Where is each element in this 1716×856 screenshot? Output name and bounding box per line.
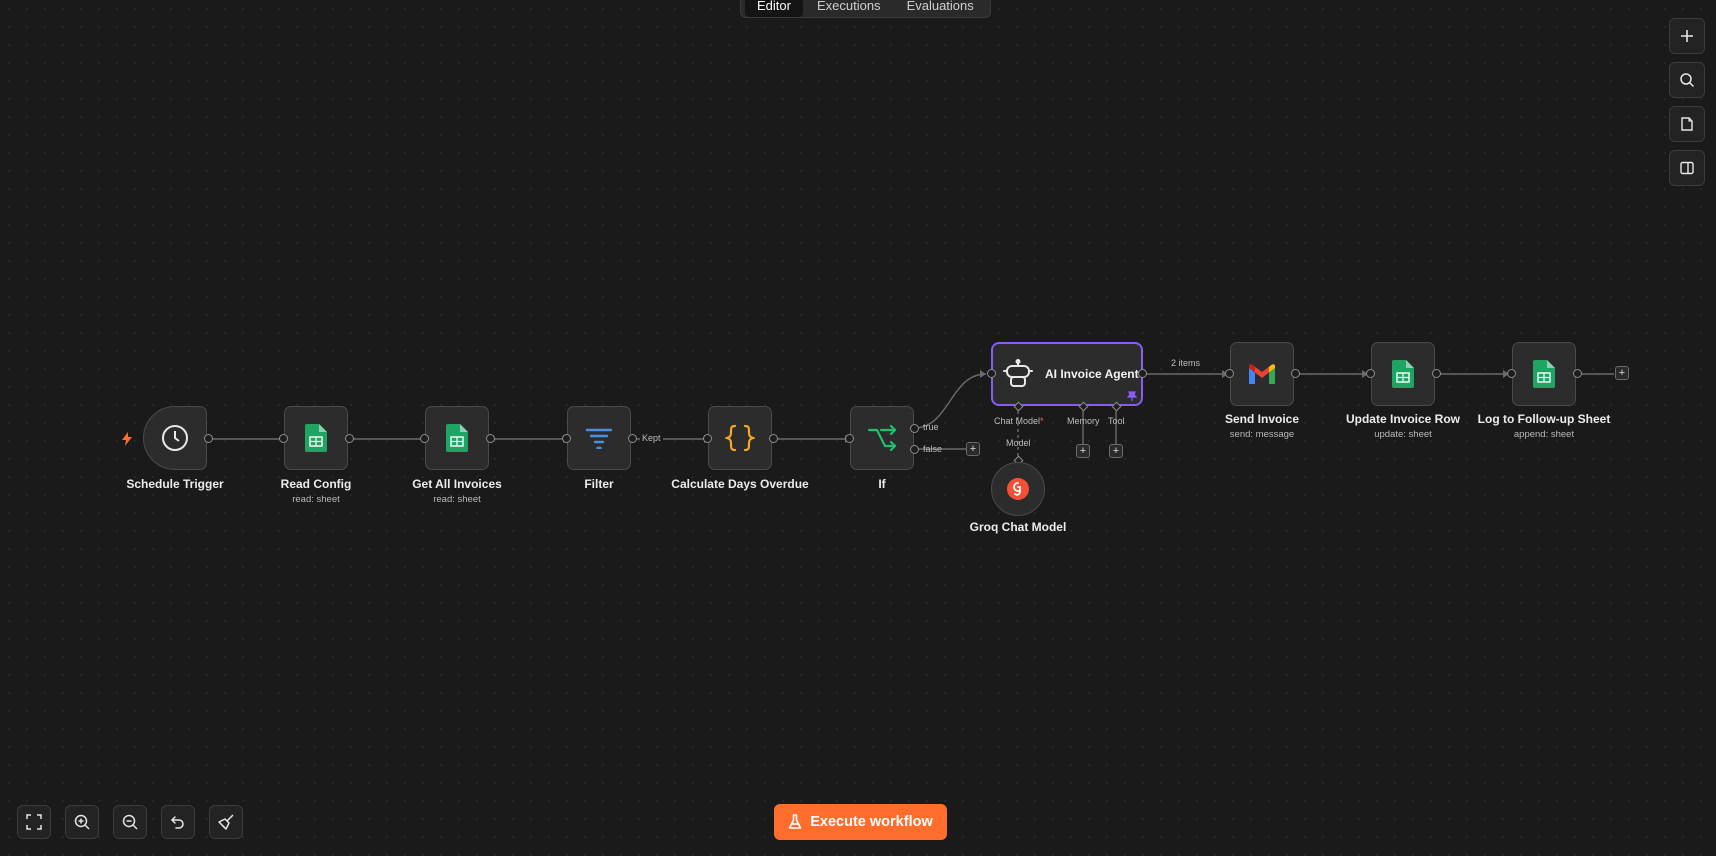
sticky-note-icon — [1681, 117, 1693, 131]
chat-model-port-label: Chat Model* — [994, 416, 1044, 426]
fit-view-icon — [26, 814, 42, 830]
groq-icon — [1007, 478, 1029, 500]
node-filter[interactable] — [567, 406, 631, 470]
node-ai-invoice-agent[interactable]: AI Invoice Agent — [991, 342, 1143, 406]
add-memory-button[interactable]: + — [1076, 444, 1090, 458]
zoom-in-icon — [74, 814, 90, 830]
search-nodes-button[interactable] — [1669, 62, 1705, 98]
node-groq-chat-model[interactable] — [991, 462, 1045, 516]
output-port[interactable] — [204, 434, 213, 443]
output-port[interactable] — [1573, 369, 1582, 378]
google-sheets-icon — [1533, 360, 1555, 388]
node-send-invoice[interactable] — [1230, 342, 1294, 406]
input-port[interactable] — [987, 369, 996, 378]
trigger-bolt-icon — [122, 432, 132, 446]
node-label: If — [878, 477, 886, 491]
pin-icon — [1127, 391, 1137, 401]
tool-port-label: Tool — [1108, 416, 1125, 426]
flask-icon — [788, 814, 802, 829]
view-tabs: Editor Executions Evaluations — [740, 0, 991, 18]
panel-icon — [1680, 161, 1694, 175]
undo-icon — [170, 816, 184, 829]
node-label: AI Invoice Agent — [1045, 367, 1139, 381]
output-port-true[interactable] — [910, 424, 919, 433]
tab-editor[interactable]: Editor — [745, 0, 803, 17]
zoom-out-button[interactable] — [113, 805, 147, 839]
node-if[interactable] — [850, 406, 914, 470]
input-port[interactable] — [845, 434, 854, 443]
node-label: Log to Follow-up Sheet — [1477, 412, 1611, 426]
google-sheets-icon — [305, 424, 327, 452]
node-subtitle: append: sheet — [1513, 429, 1575, 440]
input-port[interactable] — [562, 434, 571, 443]
node-get-all-invoices[interactable] — [425, 406, 489, 470]
edge-label-kept: Kept — [640, 433, 663, 443]
node-update-invoice-row[interactable] — [1371, 342, 1435, 406]
edge-label-false: false — [923, 444, 943, 454]
node-schedule-trigger[interactable] — [143, 406, 207, 470]
search-icon — [1680, 73, 1695, 88]
tab-evaluations[interactable]: Evaluations — [895, 0, 986, 17]
add-node-button[interactable] — [1669, 18, 1705, 54]
edge-label-items: 2 items — [1171, 358, 1201, 368]
input-port[interactable] — [1366, 369, 1375, 378]
plus-icon — [1681, 30, 1693, 42]
output-port[interactable] — [486, 434, 495, 443]
node-label: Groq Chat Model — [969, 520, 1067, 534]
input-port[interactable] — [703, 434, 712, 443]
output-port-false[interactable] — [910, 445, 919, 454]
output-port[interactable] — [345, 434, 354, 443]
node-read-config[interactable] — [284, 406, 348, 470]
output-port[interactable] — [1432, 369, 1441, 378]
node-subtitle: read: sheet — [433, 494, 481, 505]
google-sheets-icon — [1392, 360, 1414, 388]
model-connection-label: Model — [1006, 438, 1031, 448]
filter-icon — [585, 428, 613, 449]
clock-icon — [162, 425, 188, 451]
execute-workflow-button[interactable]: Execute workflow — [774, 804, 947, 840]
sticky-note-button[interactable] — [1669, 106, 1705, 142]
input-port[interactable] — [1225, 369, 1234, 378]
memory-port-label: Memory — [1067, 416, 1100, 426]
output-port[interactable] — [769, 434, 778, 443]
code-braces-icon — [725, 424, 755, 452]
undo-button[interactable] — [161, 805, 195, 839]
zoom-out-icon — [122, 814, 138, 830]
add-false-branch-button[interactable]: + — [966, 442, 980, 456]
execute-workflow-label: Execute workflow — [810, 814, 933, 830]
output-port[interactable] — [1138, 369, 1147, 378]
fit-view-button[interactable] — [17, 805, 51, 839]
branch-icon — [867, 424, 897, 452]
input-port[interactable] — [420, 434, 429, 443]
tidy-up-button[interactable] — [209, 805, 243, 839]
tab-executions[interactable]: Executions — [805, 0, 893, 17]
zoom-in-button[interactable] — [65, 805, 99, 839]
toggle-panel-button[interactable] — [1669, 150, 1705, 186]
input-port[interactable] — [279, 434, 288, 443]
output-port[interactable] — [1291, 369, 1300, 378]
output-port[interactable] — [628, 434, 637, 443]
gmail-icon — [1249, 364, 1275, 384]
input-port[interactable] — [1507, 369, 1516, 378]
node-log-to-follow-up-sheet[interactable] — [1512, 342, 1576, 406]
add-next-node-button[interactable]: + — [1615, 366, 1629, 380]
robot-icon — [1003, 359, 1033, 387]
google-sheets-icon — [446, 424, 468, 452]
add-tool-button[interactable]: + — [1109, 444, 1123, 458]
node-calculate-days-overdue[interactable] — [708, 406, 772, 470]
workflow-canvas[interactable]: Editor Executions Evaluations Schedule T… — [0, 0, 1716, 856]
edge-label-true: true — [923, 422, 939, 432]
broom-icon — [218, 814, 234, 830]
